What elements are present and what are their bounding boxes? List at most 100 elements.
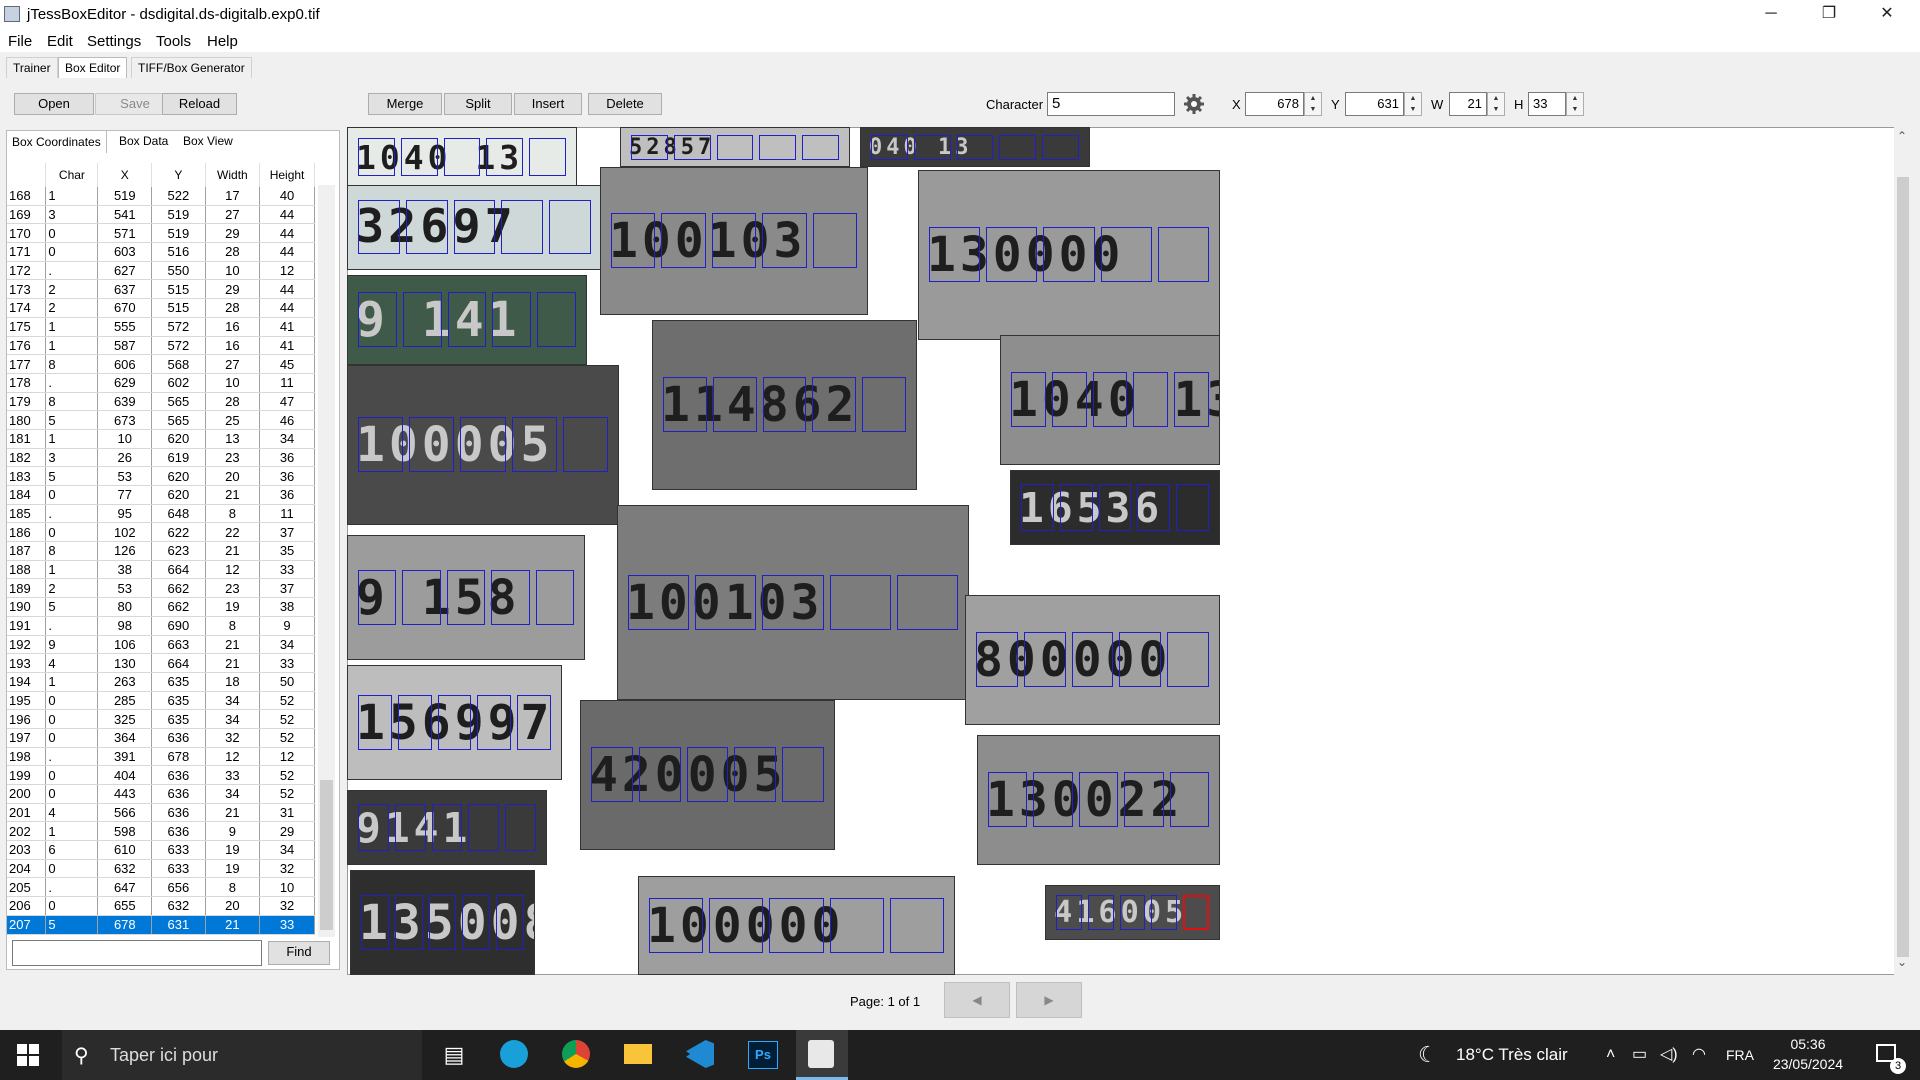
character-bounding-box[interactable] bbox=[988, 772, 1028, 828]
character-bounding-box[interactable] bbox=[638, 747, 681, 803]
character-bounding-box[interactable] bbox=[1151, 895, 1178, 931]
character-bounding-box[interactable] bbox=[1011, 372, 1046, 428]
character-bounding-box[interactable] bbox=[428, 894, 457, 950]
character-bounding-box[interactable] bbox=[409, 417, 455, 473]
character-bounding-box[interactable] bbox=[673, 134, 711, 161]
minimize-button[interactable]: ─ bbox=[1742, 0, 1800, 30]
weather-text[interactable]: 18°C Très clair bbox=[1456, 1030, 1568, 1080]
table-row[interactable]: 171 0 603 516 28 44 bbox=[7, 242, 315, 262]
character-bounding-box[interactable] bbox=[397, 694, 432, 750]
character-bounding-box[interactable] bbox=[431, 803, 463, 852]
close-button[interactable]: ✕ bbox=[1858, 0, 1916, 30]
character-bounding-box[interactable] bbox=[929, 227, 981, 283]
table-row[interactable]: 197 0 364 636 32 52 bbox=[7, 728, 315, 748]
character-bounding-box[interactable] bbox=[477, 694, 512, 750]
character-bounding-box[interactable] bbox=[358, 694, 392, 750]
table-row[interactable]: 188 1 38 664 12 33 bbox=[7, 560, 315, 580]
table-row[interactable]: 195 0 285 635 34 52 bbox=[7, 691, 315, 711]
edge-icon[interactable] bbox=[494, 1030, 534, 1080]
character-bounding-box[interactable] bbox=[537, 292, 576, 348]
table-row[interactable]: 180 5 673 565 25 46 bbox=[7, 410, 315, 430]
table-row[interactable]: 205. 647 656 8 10 bbox=[7, 877, 315, 898]
table-row[interactable]: 187 8 126 623 21 35 bbox=[7, 541, 315, 561]
menu-help[interactable]: Help bbox=[207, 33, 238, 50]
table-row[interactable]: 207 5 678 631 21 33 bbox=[7, 915, 315, 935]
chrome-icon[interactable] bbox=[556, 1030, 596, 1080]
file-explorer-icon[interactable] bbox=[618, 1030, 658, 1080]
character-bounding-box[interactable] bbox=[709, 897, 764, 953]
table-row[interactable]: 179 8 639 565 28 47 bbox=[7, 392, 315, 412]
tab-box-editor[interactable]: Box Editor bbox=[58, 57, 128, 78]
col-height[interactable]: Height bbox=[259, 163, 315, 187]
table-row[interactable]: 174 2 670 515 28 44 bbox=[7, 298, 315, 318]
table-row[interactable]: 201 4 566 636 21 31 bbox=[7, 803, 315, 823]
character-bounding-box[interactable] bbox=[649, 897, 704, 953]
table-scrollbar-thumb[interactable] bbox=[320, 780, 333, 930]
table-row[interactable]: 172. 627 550 10 12 bbox=[7, 261, 315, 281]
character-bounding-box[interactable] bbox=[829, 574, 891, 630]
character-bounding-box[interactable] bbox=[549, 200, 591, 255]
taskbar-search[interactable]: ⚲ Taper ici pour bbox=[62, 1030, 422, 1080]
character-bounding-box[interactable] bbox=[358, 292, 397, 348]
character-bounding-box[interactable] bbox=[1021, 483, 1054, 532]
table-row[interactable]: 169 3 541 519 27 44 bbox=[7, 205, 315, 225]
character-bounding-box[interactable] bbox=[486, 138, 524, 177]
character-bounding-box[interactable] bbox=[782, 747, 824, 803]
windows-start-icon[interactable] bbox=[16, 1030, 46, 1080]
character-bounding-box[interactable] bbox=[1174, 372, 1209, 428]
character-bounding-box[interactable] bbox=[896, 574, 958, 630]
character-bounding-box[interactable] bbox=[1092, 372, 1128, 428]
character-bounding-box[interactable] bbox=[762, 377, 807, 433]
character-bounding-box[interactable] bbox=[358, 803, 389, 852]
table-row[interactable]: 206 0 655 632 20 32 bbox=[7, 896, 315, 916]
character-bounding-box[interactable] bbox=[453, 200, 496, 255]
character-bounding-box[interactable] bbox=[812, 377, 857, 433]
character-bounding-box[interactable] bbox=[529, 138, 566, 177]
menu-edit[interactable]: Edit bbox=[47, 33, 73, 50]
x-spinner[interactable]: ▲ ▼ bbox=[1304, 92, 1322, 116]
tab-trainer[interactable]: Trainer bbox=[6, 57, 58, 78]
character-bounding-box[interactable] bbox=[492, 292, 532, 348]
table-row[interactable]: 185. 95 648 8 11 bbox=[7, 504, 315, 524]
y-spinner[interactable]: ▲ ▼ bbox=[1404, 92, 1422, 116]
y-field[interactable]: 631 bbox=[1345, 92, 1404, 116]
table-row[interactable]: 191. 98 690 8 9 bbox=[7, 616, 315, 636]
character-bounding-box[interactable] bbox=[1119, 632, 1162, 688]
photoshop-icon[interactable]: Ps bbox=[742, 1030, 782, 1080]
col-x[interactable]: X bbox=[97, 163, 153, 187]
maximize-button[interactable]: ❐ bbox=[1800, 0, 1858, 30]
table-row[interactable]: 170 0 571 519 29 44 bbox=[7, 223, 315, 244]
character-bounding-box[interactable] bbox=[402, 569, 441, 625]
insert-button[interactable]: Insert bbox=[514, 93, 582, 115]
open-button[interactable]: Open bbox=[14, 93, 94, 115]
character-bounding-box[interactable] bbox=[1023, 632, 1066, 688]
table-row[interactable]: 202 1 598 636 9 29 bbox=[7, 821, 315, 842]
prev-page-button[interactable]: ◀ bbox=[944, 982, 1010, 1018]
table-row[interactable]: 175 1 555 572 16 41 bbox=[7, 317, 315, 337]
character-bounding-box[interactable] bbox=[1169, 772, 1209, 828]
table-row[interactable]: 182 3 26 619 23 36 bbox=[7, 448, 315, 468]
notifications-icon[interactable]: 3 bbox=[1868, 1030, 1908, 1080]
character-bounding-box[interactable] bbox=[400, 138, 438, 177]
table-row[interactable]: 192 9 106 663 21 34 bbox=[7, 635, 315, 655]
character-bounding-box[interactable] bbox=[889, 897, 944, 953]
wifi-icon[interactable]: ◠ bbox=[1692, 1030, 1706, 1080]
character-bounding-box[interactable] bbox=[405, 200, 448, 255]
java-app-icon[interactable] bbox=[796, 1030, 848, 1080]
character-bounding-box[interactable] bbox=[1157, 227, 1209, 283]
character-bounding-box[interactable] bbox=[1100, 227, 1152, 283]
character-bounding-box[interactable] bbox=[628, 574, 690, 630]
x-field[interactable]: 678 bbox=[1245, 92, 1304, 116]
character-bounding-box[interactable] bbox=[1056, 895, 1082, 931]
menu-file[interactable]: File bbox=[8, 33, 32, 50]
character-bounding-box[interactable] bbox=[1183, 895, 1209, 931]
canvas-scrollbar[interactable]: ⌃ ⌄ bbox=[1894, 127, 1912, 975]
find-button[interactable]: Find bbox=[268, 941, 330, 965]
table-row[interactable]: 200 0 443 636 34 52 bbox=[7, 784, 315, 804]
table-row[interactable]: 177 8 606 568 27 45 bbox=[7, 354, 315, 374]
character-bounding-box[interactable] bbox=[1059, 483, 1093, 532]
character-bounding-box[interactable] bbox=[759, 134, 797, 161]
table-row[interactable]: 194 1 263 635 18 50 bbox=[7, 672, 315, 692]
table-row[interactable]: 204 0 632 633 19 32 bbox=[7, 859, 315, 879]
table-row[interactable]: 173 2 637 515 29 44 bbox=[7, 279, 315, 300]
